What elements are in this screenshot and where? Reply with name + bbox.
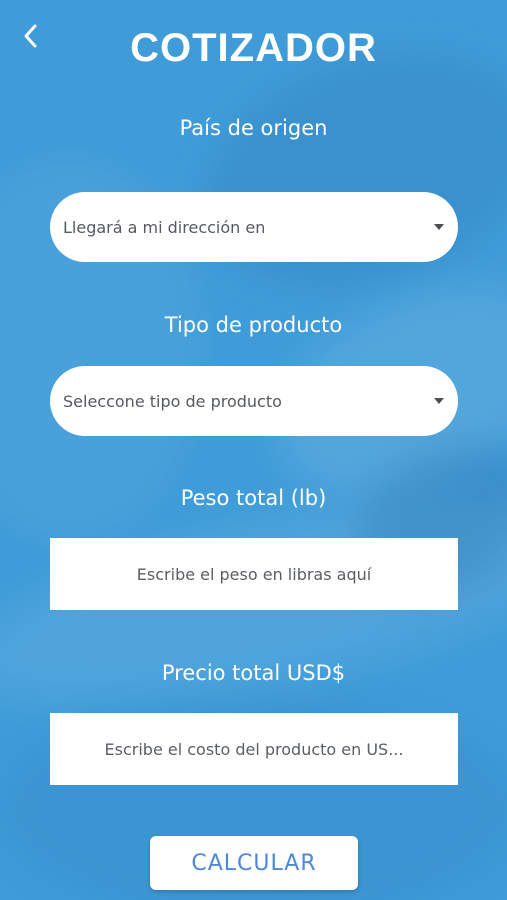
caret-down-icon — [434, 224, 444, 230]
quote-screen: COTIZADOR País de origen Llegará a mi di… — [0, 0, 507, 900]
origin-country-select[interactable]: Llegará a mi dirección en — [50, 192, 458, 262]
total-price-input[interactable] — [50, 713, 458, 785]
page-title: COTIZADOR — [130, 26, 377, 70]
product-type-label: Tipo de producto — [164, 313, 343, 337]
origin-country-label: País de origen — [179, 116, 328, 140]
product-type-select[interactable]: Seleccone tipo de producto — [50, 366, 458, 436]
origin-country-value: Llegará a mi dirección en — [63, 217, 266, 237]
product-type-value: Seleccone tipo de producto — [63, 391, 282, 411]
calculate-button[interactable]: CALCULAR — [150, 836, 358, 890]
total-weight-input[interactable] — [50, 538, 458, 610]
caret-down-icon — [434, 398, 444, 404]
total-weight-label: Peso total (lb) — [180, 486, 327, 510]
total-price-label: Precio total USD$ — [161, 661, 346, 685]
